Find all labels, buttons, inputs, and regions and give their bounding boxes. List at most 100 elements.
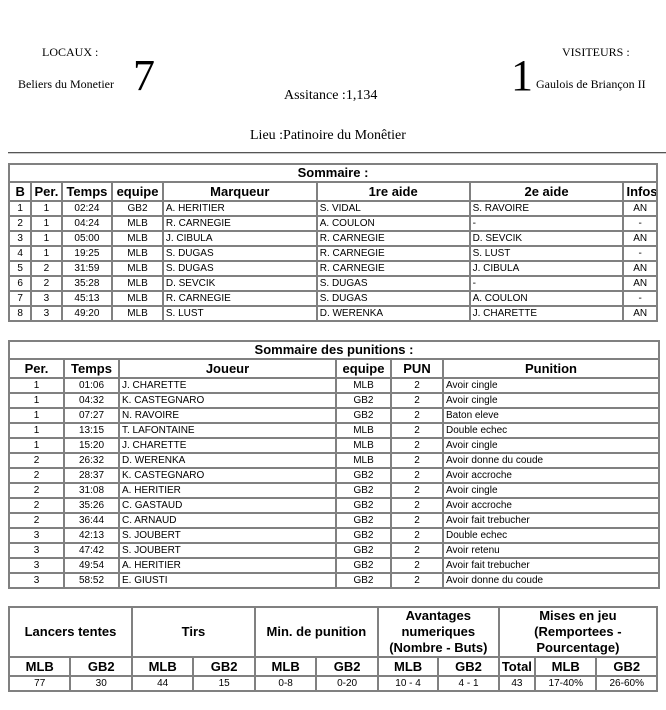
penalty-cell: 13:15	[64, 423, 119, 438]
goal-cell: A. COULON	[469, 291, 624, 306]
penalty-cell: GB2	[336, 408, 391, 423]
goal-row: 8 3 49:20 MLB S. LUST D. WERENKA J. CHARETTE AN	[9, 306, 657, 321]
penalty-cell: 01:06	[64, 378, 119, 393]
penalty-cell: 2	[9, 513, 64, 528]
stats-value: 43	[498, 676, 536, 691]
goal-cell: -	[469, 276, 624, 291]
goal-cell: 1	[31, 216, 62, 231]
stats-subheader: GB2	[70, 657, 132, 676]
goal-cell: J. CHARETTE	[469, 306, 624, 321]
goal-cell: MLB	[112, 216, 163, 231]
stats-subheader: GB2	[316, 657, 378, 676]
penalty-cell: Avoir donne du coude	[443, 573, 660, 588]
goals-column-header: 2e aide	[469, 182, 624, 201]
penalty-row: 2 36:44 C. ARNAUD GB2 2 Avoir fait trebucher	[9, 513, 660, 528]
goal-cell: D. SEVCIK	[469, 231, 624, 246]
stats-group-header: Tirs	[131, 607, 255, 657]
goal-cell: R. CARNEGIE	[162, 291, 317, 306]
goal-cell: 5	[9, 261, 32, 276]
penalty-cell: 58:52	[64, 573, 119, 588]
goal-cell: A. HERITIER	[162, 201, 317, 216]
penalty-cell: 3	[9, 558, 64, 573]
goal-cell: 02:24	[61, 201, 113, 216]
penalty-cell: MLB	[336, 453, 391, 468]
penalty-cell: 1	[9, 408, 64, 423]
stats-subheader: MLB	[254, 657, 317, 676]
goal-cell: MLB	[112, 261, 163, 276]
goal-cell: 2	[31, 261, 62, 276]
penalty-cell: 2	[391, 378, 443, 393]
stats-value: 10 - 4	[377, 676, 439, 691]
goal-cell: MLB	[112, 306, 163, 321]
goal-cell: MLB	[112, 231, 163, 246]
penalty-row: 1 13:15 T. LAFONTAINE MLB 2 Double echec	[9, 423, 660, 438]
penalty-cell: GB2	[336, 558, 391, 573]
goal-cell: 3	[31, 291, 62, 306]
penalties-summary-title: Sommaire des punitions :	[9, 341, 660, 359]
home-label: LOCAUX :	[42, 45, 99, 59]
goal-cell: S. LUST	[469, 246, 624, 261]
goal-cell: D. WERENKA	[316, 306, 470, 321]
goal-cell: 49:20	[61, 306, 113, 321]
goal-cell: D. SEVCIK	[162, 276, 317, 291]
stats-value: 44	[131, 676, 194, 691]
stats-value: 4 - 1	[438, 676, 499, 691]
goal-cell: R. CARNEGIE	[316, 246, 470, 261]
goal-cell: J. CIBULA	[162, 231, 317, 246]
stats-group-header: Min. de punition	[254, 607, 378, 657]
penalties-column-header: PUN	[391, 359, 443, 378]
penalty-cell: N. RAVOIRE	[119, 408, 336, 423]
goal-cell: 45:13	[61, 291, 113, 306]
penalty-cell: C. GASTAUD	[119, 498, 336, 513]
goal-cell: GB2	[112, 201, 163, 216]
penalty-cell: Avoir fait trebucher	[443, 558, 660, 573]
penalty-cell: 3	[9, 543, 64, 558]
goal-cell: AN	[623, 231, 657, 246]
penalty-cell: 2	[9, 498, 64, 513]
penalty-row: 3 49:54 A. HERITIER GB2 2 Avoir fait trebuche…	[9, 558, 660, 573]
goal-row: 6 2 35:28 MLB D. SEVCIK S. DUGAS - AN	[9, 276, 657, 291]
penalty-cell: Avoir donne du coude	[443, 453, 660, 468]
penalty-cell: 47:42	[64, 543, 119, 558]
penalty-cell: 42:13	[64, 528, 119, 543]
goals-summary-table: Sommaire : B Per. Temps equipe Marqueur 1re a…	[8, 163, 658, 322]
goal-cell: AN	[623, 276, 657, 291]
penalty-cell: Avoir accroche	[443, 498, 660, 513]
goal-cell: 05:00	[61, 231, 113, 246]
penalty-cell: 2	[391, 528, 443, 543]
penalty-cell: S. JOUBERT	[119, 528, 336, 543]
stats-value: 0-8	[254, 676, 317, 691]
stats-value: 17-40%	[535, 676, 597, 691]
penalty-cell: T. LAFONTAINE	[119, 423, 336, 438]
penalty-row: 2 35:26 C. GASTAUD GB2 2 Avoir accroche	[9, 498, 660, 513]
goal-row: 4 1 19:25 MLB S. DUGAS R. CARNEGIE S. LUST -	[9, 246, 657, 261]
goal-cell: -	[623, 246, 657, 261]
goal-cell: 1	[9, 201, 32, 216]
venue: Lieu :Patinoire du Monêtier	[250, 128, 406, 143]
penalty-cell: 28:37	[64, 468, 119, 483]
penalty-cell: GB2	[336, 483, 391, 498]
penalty-cell: 2	[391, 408, 443, 423]
penalty-cell: 2	[391, 393, 443, 408]
penalty-cell: 2	[391, 513, 443, 528]
goal-cell: 8	[9, 306, 32, 321]
penalties-summary-table: Sommaire des punitions : Per. Temps Joueur…	[8, 340, 661, 589]
goal-cell: 2	[9, 216, 32, 231]
goal-row: 3 1 05:00 MLB J. CIBULA R. CARNEGIE D. SEVCIK A…	[9, 231, 657, 246]
penalty-cell: 15:20	[64, 438, 119, 453]
stats-subheader: GB2	[438, 657, 499, 676]
penalty-cell: A. HERITIER	[119, 558, 336, 573]
stats-group-header: Avantages numeriques (Nombre - Buts)	[377, 607, 499, 657]
away-score: 1	[511, 51, 533, 100]
penalty-cell: 36:44	[64, 513, 119, 528]
penalty-cell: Avoir cingle	[443, 483, 660, 498]
penalty-cell: 35:26	[64, 498, 119, 513]
penalty-cell: Avoir fait trebucher	[443, 513, 660, 528]
attendance: Assitance :1,134	[284, 88, 378, 103]
penalty-cell: Avoir accroche	[443, 468, 660, 483]
penalty-cell: J. CHARETTE	[119, 378, 336, 393]
divider	[8, 152, 666, 154]
stats-subheader: Total	[498, 657, 536, 676]
goal-cell: 1	[31, 201, 62, 216]
penalty-row: 2 28:37 K. CASTEGNARO GB2 2 Avoir accroche	[9, 468, 660, 483]
